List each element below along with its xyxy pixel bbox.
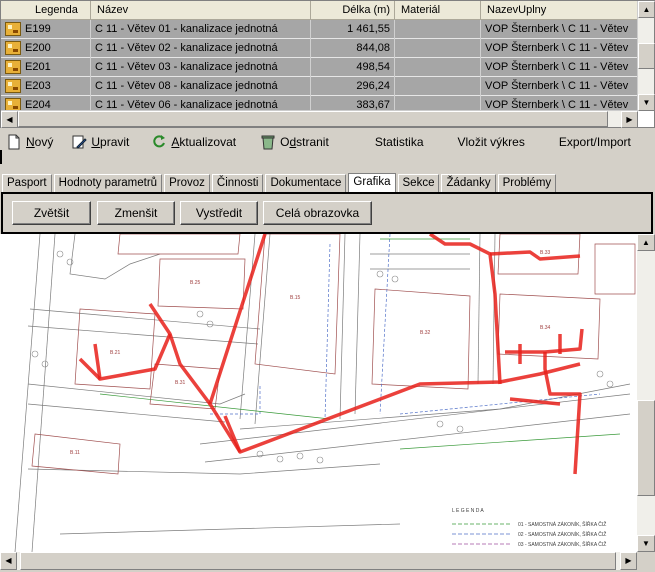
svg-text:B.34: B.34: [540, 325, 551, 331]
tab-problemy[interactable]: Problémy: [497, 174, 557, 192]
export-import-button[interactable]: Export/Import: [555, 132, 635, 152]
sewer-network: [78, 234, 584, 475]
tab-sekce[interactable]: Sekce: [397, 174, 440, 192]
delete-button[interactable]: Od stranit: [256, 132, 333, 152]
tab-pasport[interactable]: Pasport: [2, 174, 52, 192]
refresh-button[interactable]: Aktualizovat: [147, 132, 240, 152]
map-vscroll-thumb[interactable]: [637, 400, 655, 496]
map-legend-item: 01 - SAMOSTNÁ ZÁKONÍK, ŠÍŘKA ČIŽ: [518, 520, 606, 528]
insert-drawing-button[interactable]: Vložit výkres: [454, 132, 529, 152]
sewer-branches-grid: Legenda Název Délka (m) Materiál NazevUp…: [0, 0, 655, 128]
map-vertical-scrollbar[interactable]: ▲ ▼: [637, 234, 655, 552]
svg-text:B.21: B.21: [110, 350, 121, 356]
zoom-out-button[interactable]: Zmenšit: [97, 201, 175, 225]
edit-document-icon: [71, 134, 88, 150]
grid-vscroll-thumb[interactable]: [638, 43, 655, 69]
svg-text:B.25: B.25: [190, 280, 201, 286]
tab-hodnoty-parametru[interactable]: Hodnoty parametrů: [53, 174, 163, 192]
scroll-left-arrow-icon[interactable]: ◀: [1, 111, 18, 128]
column-header-legenda[interactable]: Legenda: [1, 1, 91, 19]
svg-text:B.31: B.31: [175, 380, 186, 386]
svg-text:B.33: B.33: [540, 250, 551, 256]
scroll-left-arrow-icon[interactable]: ◀: [0, 552, 17, 570]
graphics-toolbar-panel: Zvětšit Zmenšit Vystředit Celá obrazovka: [1, 192, 653, 234]
scroll-down-arrow-icon[interactable]: ▼: [637, 535, 655, 552]
grid-hscroll-thumb[interactable]: [18, 111, 608, 127]
new-button[interactable]: Nový: [2, 132, 57, 152]
fullscreen-button[interactable]: Celá obrazovka: [263, 201, 372, 225]
scroll-right-arrow-icon[interactable]: ▶: [620, 552, 637, 570]
tab-dokumentace[interactable]: Dokumentace: [265, 174, 347, 192]
splitter-marker: [0, 150, 2, 164]
site-plan-drawing: B.15 B.21 B.31 B.32 B.33 B.34 B.25 B.11 …: [14, 234, 636, 552]
table-row[interactable]: E204 C 11 - Větev 06 - kanalizace jednot…: [1, 96, 638, 111]
column-header-delka[interactable]: Délka (m): [311, 1, 395, 19]
sewer-branch-icon: [5, 41, 21, 55]
tab-cinnosti[interactable]: Činnosti: [211, 174, 264, 192]
grid-body: E199 C 11 - Větev 01 - kanalizace jednot…: [1, 20, 638, 111]
grid-header: Legenda Název Délka (m) Materiál NazevUp…: [1, 1, 638, 20]
sewer-branch-icon: [5, 60, 21, 74]
tab-grafika[interactable]: Grafika: [348, 173, 396, 193]
table-row[interactable]: E201 C 11 - Větev 03 - kanalizace jednot…: [1, 58, 638, 77]
tab-zadanky[interactable]: Žádanky: [441, 174, 496, 192]
svg-text:B.32: B.32: [420, 330, 431, 336]
svg-text:B.15: B.15: [290, 295, 301, 301]
map-legend-title: L E G E N D A: [452, 508, 484, 514]
map-horizontal-scrollbar[interactable]: ◀ ▶: [0, 552, 637, 570]
new-document-icon: [6, 134, 22, 150]
map-legend-item: 02 - SAMOSTNÁ ZÁKONÍK, ŠÍŘKA ČIŽ: [518, 530, 606, 538]
table-row[interactable]: E199 C 11 - Větev 01 - kanalizace jednot…: [1, 20, 638, 39]
record-toolbar: Nový Upravit Aktualizovat Od stranit Stat…: [0, 131, 655, 153]
recycle-bin-icon: [260, 134, 276, 150]
map-legend-item: 03 - SAMOSTNÁ ZÁKONÍK, ŠÍŘKA ČIŽ: [518, 540, 606, 548]
table-row[interactable]: E203 C 11 - Větev 08 - kanalizace jednot…: [1, 77, 638, 96]
svg-text:B.11: B.11: [70, 450, 80, 456]
scroll-right-arrow-icon[interactable]: ▶: [621, 111, 638, 128]
statistics-button[interactable]: Statistika: [371, 132, 428, 152]
column-header-nazev[interactable]: Název: [91, 1, 311, 19]
tab-provoz[interactable]: Provoz: [164, 174, 210, 192]
column-header-nazev-uplny[interactable]: NazevUplny: [481, 1, 638, 19]
refresh-icon: [151, 134, 167, 150]
edit-button[interactable]: Upravit: [67, 132, 133, 152]
scrollbar-corner: [637, 552, 655, 570]
map-hscroll-thumb[interactable]: [20, 552, 616, 570]
column-header-material[interactable]: Materiál: [395, 1, 481, 19]
scroll-up-arrow-icon[interactable]: ▲: [637, 234, 655, 251]
center-button[interactable]: Vystředit: [180, 201, 258, 225]
scroll-down-arrow-icon[interactable]: ▼: [638, 94, 655, 111]
sewer-branch-icon: [5, 79, 21, 93]
table-row[interactable]: E200 C 11 - Větev 02 - kanalizace jednot…: [1, 39, 638, 58]
map-canvas[interactable]: B.15 B.21 B.31 B.32 B.33 B.34 B.25 B.11 …: [0, 234, 637, 552]
detail-tabs: Pasport Hodnoty parametrů Provoz Činnost…: [0, 172, 655, 193]
grid-horizontal-scrollbar[interactable]: ◀ ▶: [1, 110, 638, 128]
zoom-in-button[interactable]: Zvětšit: [12, 201, 91, 225]
scroll-up-arrow-icon[interactable]: ▲: [638, 1, 655, 18]
grid-vertical-scrollbar[interactable]: ▲ ▼: [637, 1, 655, 111]
sewer-branch-icon: [5, 22, 21, 36]
